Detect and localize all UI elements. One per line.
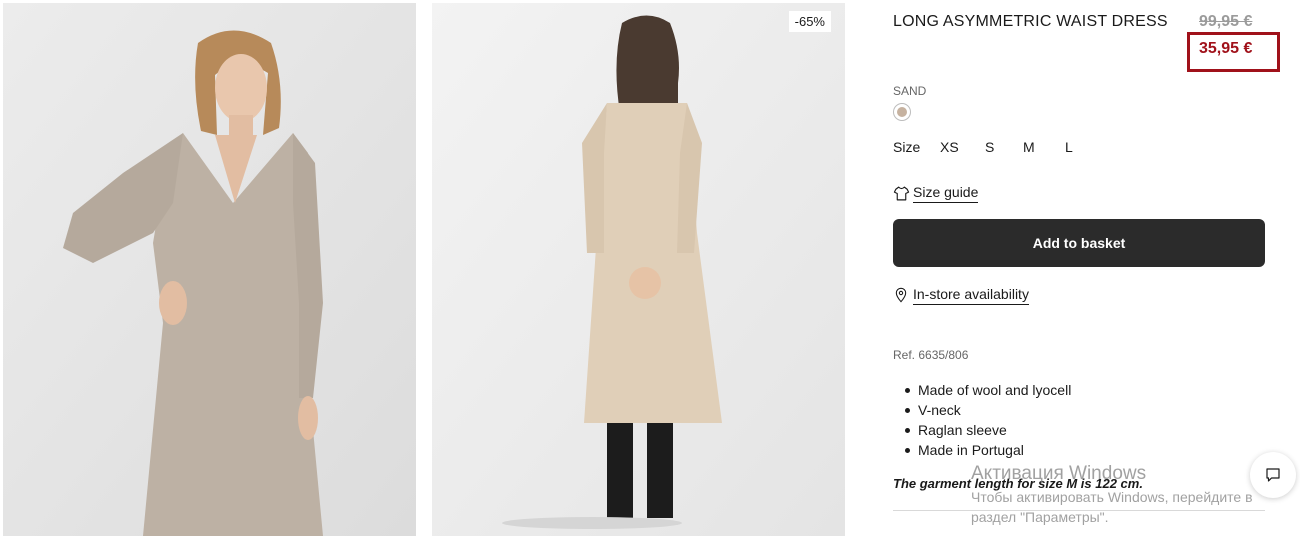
in-store-availability-link[interactable]: In-store availability (893, 285, 1029, 305)
size-label: Size (893, 139, 921, 155)
feature-item: V-neck (903, 400, 1071, 420)
size-option-m[interactable]: M (1023, 139, 1035, 155)
location-pin-icon (895, 287, 907, 303)
add-to-basket-button[interactable]: Add to basket (893, 219, 1265, 267)
in-store-availability-label: In-store availability (913, 286, 1029, 305)
feature-item: Made of wool and lyocell (903, 380, 1071, 400)
tshirt-icon (893, 186, 910, 200)
discount-badge: -65% (788, 11, 831, 32)
chat-bubble-icon (1266, 468, 1280, 482)
feature-item: Raglan sleeve (903, 420, 1071, 440)
color-name: SAND (893, 84, 927, 98)
windows-activation-subtitle: Чтобы активировать Windows, перейдите в … (971, 489, 1253, 525)
size-guide-label: Size guide (913, 184, 979, 203)
product-reference: Ref. 6635/806 (893, 348, 969, 362)
chat-button[interactable] (1250, 452, 1296, 498)
size-option-l[interactable]: L (1065, 139, 1073, 155)
sale-price: 35,95 € (1199, 40, 1253, 57)
size-guide-link[interactable]: Size guide (893, 183, 979, 203)
product-title: LONG ASYMMETRIC WAIST DRESS (893, 13, 1168, 30)
product-photo-front[interactable] (3, 3, 416, 536)
feature-item: Made in Portugal (903, 440, 1071, 460)
color-swatch-sand[interactable] (893, 103, 911, 121)
old-price: 99,95 € (1199, 13, 1253, 30)
feature-list: Made of wool and lyocell V-neck Raglan s… (903, 380, 1071, 460)
windows-activation-title: Активация Windows (971, 463, 1147, 484)
size-option-xs[interactable]: XS (940, 139, 959, 155)
product-photo-back[interactable]: -65% (432, 3, 845, 536)
size-option-s[interactable]: S (985, 139, 994, 155)
